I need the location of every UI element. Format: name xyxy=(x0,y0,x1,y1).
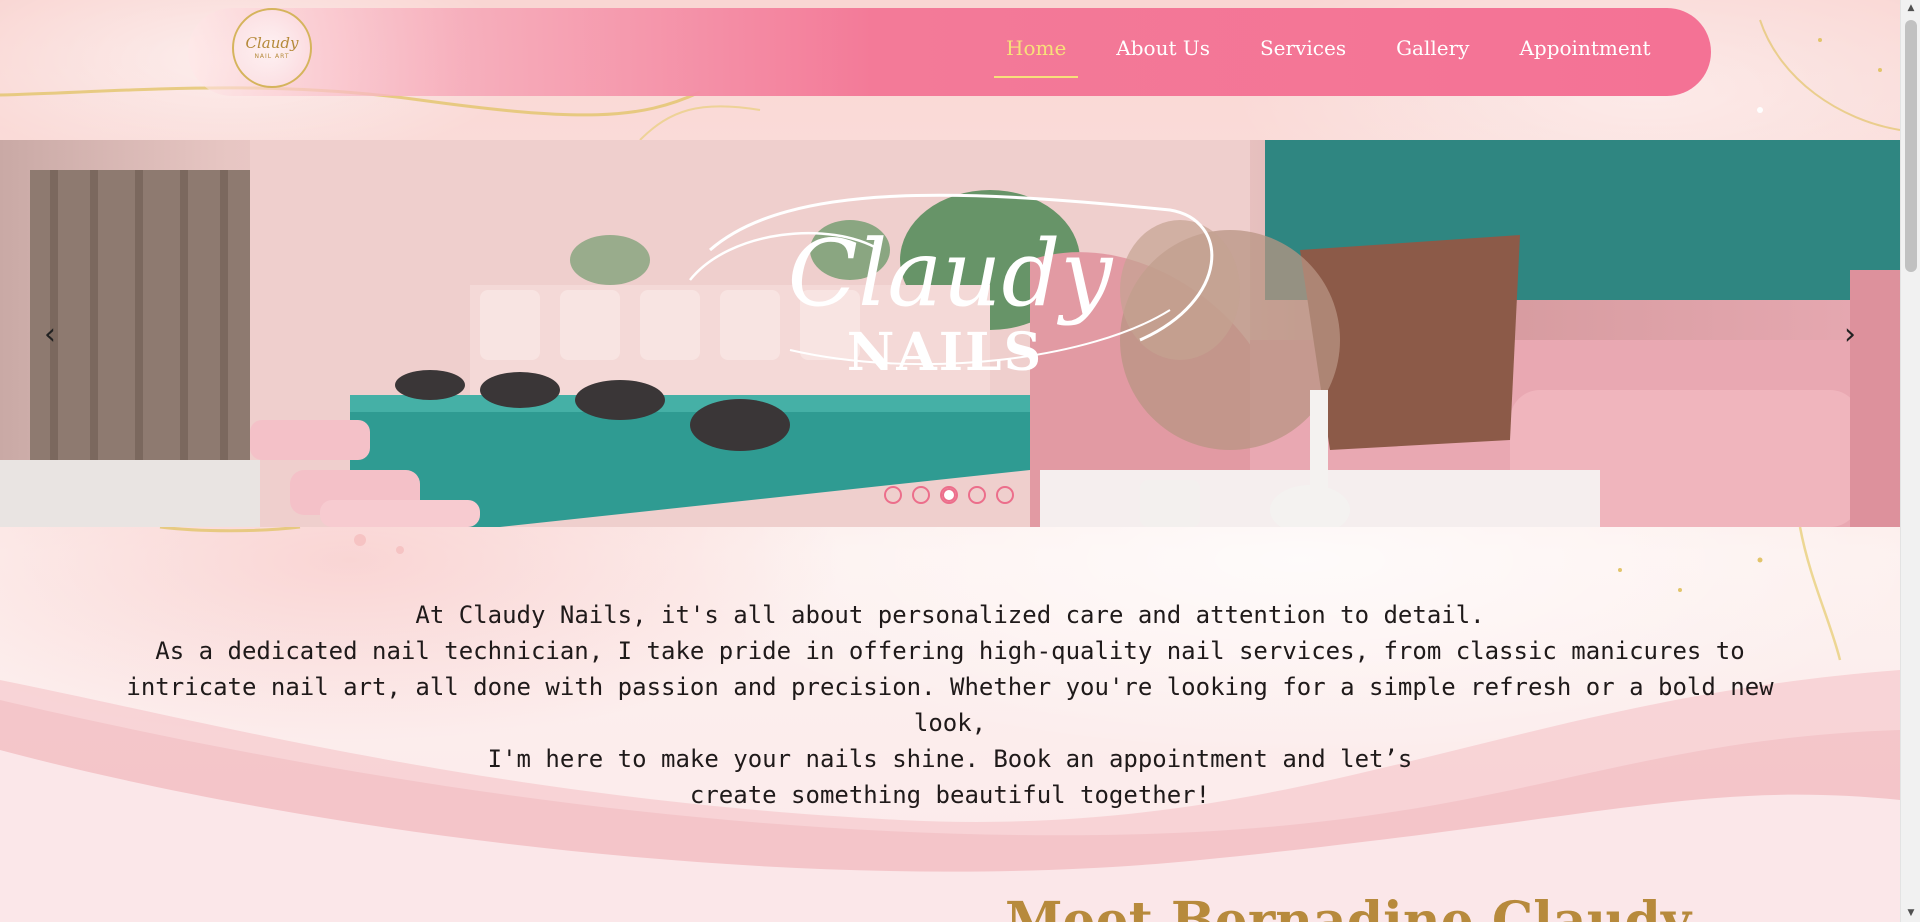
scroll-up-icon[interactable]: ▲ xyxy=(1901,0,1920,17)
intro-line-1: At Claudy Nails, it's all about personal… xyxy=(415,601,1485,629)
slider-next-arrow-icon[interactable]: › xyxy=(1830,315,1870,355)
nav-link-services[interactable]: Services xyxy=(1248,28,1358,78)
slider-dot-2[interactable] xyxy=(912,486,930,504)
scroll-down-icon[interactable]: ▼ xyxy=(1901,905,1920,922)
slider-dot-1[interactable] xyxy=(884,486,902,504)
nav-link-about-us[interactable]: About Us xyxy=(1104,28,1222,78)
page-scrollbar[interactable]: ▲ ▼ xyxy=(1900,0,1920,922)
slider-prev-arrow-icon[interactable]: ‹ xyxy=(30,315,70,355)
intro-line-5: create something beautiful together! xyxy=(689,781,1211,809)
slider-dot-5[interactable] xyxy=(996,486,1014,504)
main-nav: Home About Us Services Gallery Appointme… xyxy=(994,28,1689,78)
brand-logo[interactable]: Claudy NAIL ART xyxy=(232,8,312,88)
hero-brand-text: NAILS xyxy=(847,322,1043,383)
logo-script-text: Claudy xyxy=(245,34,299,52)
hero-script-text: Claudy xyxy=(788,220,1114,327)
nav-link-appointment[interactable]: Appointment xyxy=(1507,28,1662,78)
intro-line-3: intricate nail art, all done with passio… xyxy=(126,673,1774,737)
section-heading: Meet Bernadine Claudy xyxy=(1005,891,1692,922)
intro-text: At Claudy Nails, it's all about personal… xyxy=(100,597,1800,813)
intro-line-2: As a dedicated nail technician, I take p… xyxy=(155,637,1745,665)
claudy-nails-logo: Claudy NAILS xyxy=(689,193,1214,383)
hero-slider: Claudy NAILS ‹ › xyxy=(0,140,1900,527)
nav-link-gallery[interactable]: Gallery xyxy=(1384,28,1481,78)
nav-link-home[interactable]: Home xyxy=(994,28,1079,78)
slider-dots xyxy=(884,486,1014,504)
scrollbar-thumb[interactable] xyxy=(1905,20,1917,272)
logo-sub-text: NAIL ART xyxy=(254,53,290,60)
slider-dot-4[interactable] xyxy=(968,486,986,504)
intro-line-4: I'm here to make your nails shine. Book … xyxy=(487,745,1413,773)
slider-dot-3[interactable] xyxy=(940,486,958,504)
